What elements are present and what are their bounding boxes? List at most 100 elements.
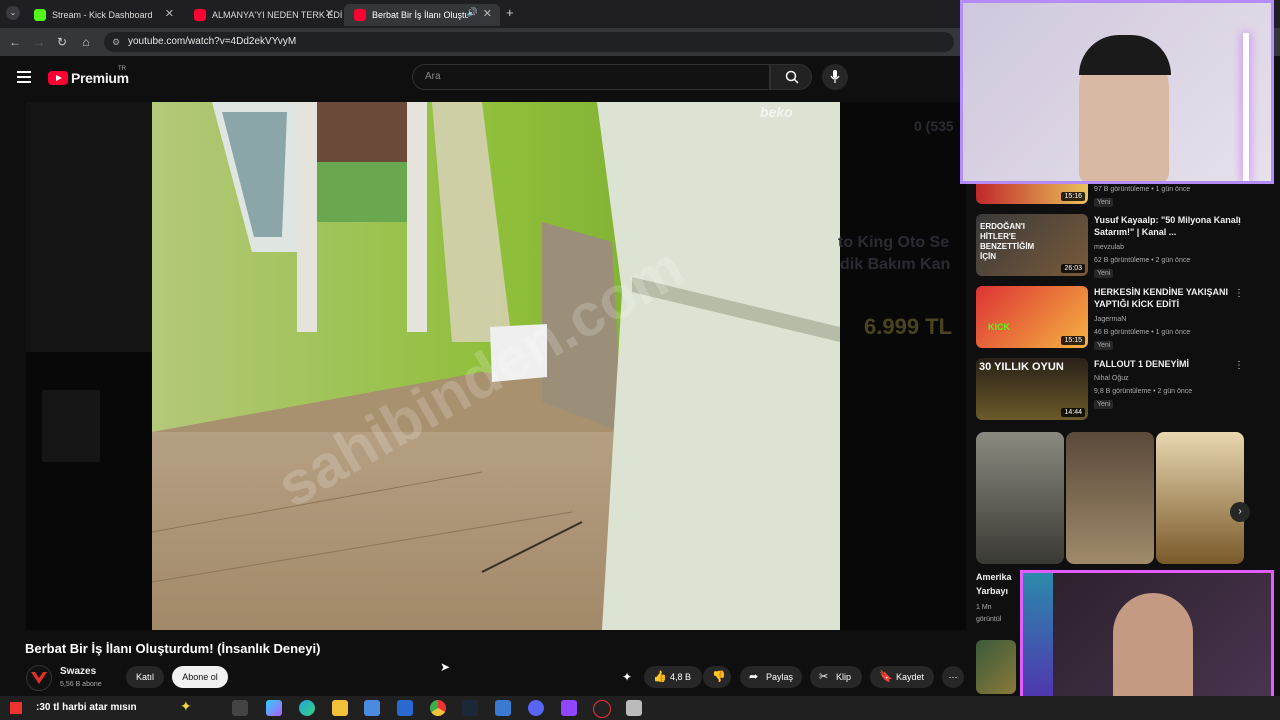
youtube-premium-logo[interactable]: Premium TR — [48, 66, 129, 86]
obs-icon[interactable] — [593, 700, 611, 718]
share-icon: ➦ — [749, 671, 759, 683]
url-text: youtube.com/watch?v=4Dd2ekVYvyM — [128, 36, 297, 47]
search-button[interactable] — [770, 64, 812, 90]
short-thumbnail[interactable] — [976, 432, 1064, 564]
twitch-icon[interactable] — [561, 700, 577, 716]
webcam-neon — [1243, 33, 1249, 181]
tab-current-video[interactable]: Berbat Bir İş İlanı Oluşturdu 🔊 ✕ — [344, 4, 500, 26]
video-meta: 9,8 B görüntüleme • 2 gün önce — [1094, 388, 1193, 395]
taskbar-search-text[interactable]: :30 tl harbi atar mısın — [36, 702, 137, 713]
new-tab-button[interactable]: + — [506, 5, 514, 20]
close-tab-icon[interactable]: ✕ — [325, 7, 334, 20]
ambient-ghost-text: to King Oto Se — [838, 234, 950, 251]
webcam-person — [1113, 593, 1193, 711]
file-explorer-icon[interactable] — [332, 700, 348, 716]
brand-mark: beko — [760, 104, 793, 120]
search-icon — [785, 70, 799, 84]
notepad-icon[interactable] — [626, 700, 642, 716]
ambient-ghost-text: 0 (535 — [914, 118, 954, 134]
menu-icon[interactable] — [17, 71, 31, 83]
save-button[interactable]: 🔖 Kaydet — [870, 666, 934, 688]
subscriber-count: 5,56 B abone — [60, 681, 102, 688]
recommendation-item[interactable]: ERDOĞAN'I HİTLER'E BENZETTİĞİM İÇİN 26:0… — [976, 214, 1266, 282]
short-thumbnail[interactable] — [1066, 432, 1154, 564]
video-duration: 26:03 — [1061, 264, 1085, 273]
windows-taskbar: :30 tl harbi atar mısın ✦ — [0, 696, 1280, 720]
join-button[interactable]: Katıl — [126, 666, 164, 688]
shorts-next-button[interactable]: › — [1230, 502, 1250, 522]
video-duration: 15:16 — [1061, 192, 1085, 201]
start-icon[interactable] — [10, 702, 22, 714]
video-thumbnail[interactable]: 30 YILLIK OYUN 14:44 — [976, 358, 1088, 420]
video-title[interactable]: FALLOUT 1 DENEYİMİ — [1094, 358, 1244, 370]
copilot-icon[interactable] — [266, 700, 282, 716]
like-button[interactable]: 👍 4,8 B — [644, 666, 702, 688]
dislike-button[interactable]: 👎 — [703, 666, 731, 688]
channel-logo-icon — [31, 672, 47, 684]
video-frame: sahibinden.com beko — [152, 102, 840, 630]
channel-name[interactable]: mevzulab — [1094, 244, 1124, 251]
country-code: TR — [118, 66, 126, 72]
ai-sparkle-icon[interactable]: ✦ — [622, 670, 632, 684]
new-badge: Yeni — [1094, 269, 1114, 278]
short-thumbnail[interactable] — [1156, 432, 1244, 564]
app-icon[interactable] — [495, 700, 511, 716]
channel-name[interactable]: Nihal Oğuz — [1094, 375, 1129, 382]
video-title[interactable]: Yusuf Kayaalp: "50 Milyona Kanalı Satarı… — [1094, 214, 1244, 238]
share-button[interactable]: ➦ Paylaş — [740, 666, 802, 688]
thumbs-down-icon: 👎 — [712, 671, 726, 683]
video-thumbnail[interactable]: ERDOĞAN'I HİTLER'E BENZETTİĞİM İÇİN 26:0… — [976, 214, 1088, 276]
logo-text: Premium — [71, 70, 129, 86]
tab-list-button[interactable]: ⌄ — [6, 6, 20, 20]
more-actions-button[interactable]: ⋯ — [942, 666, 964, 688]
channel-name[interactable]: JagermaN — [1094, 316, 1126, 323]
video-player[interactable]: sahibinden.com beko 0 (535 to King Oto S… — [26, 102, 966, 630]
back-icon[interactable]: ← — [7, 34, 23, 50]
forward-icon[interactable]: → — [31, 34, 47, 50]
discord-icon[interactable] — [528, 700, 544, 716]
scissors-icon: ✂ — [819, 671, 829, 683]
thumbs-up-icon: 👍 — [653, 671, 667, 683]
tab-almanya-video[interactable]: ALMANYA'YI NEDEN TERK EDİ ✕ — [184, 4, 342, 26]
task-view-icon[interactable] — [232, 700, 248, 716]
channel-avatar[interactable] — [26, 665, 52, 691]
home-icon[interactable]: ⌂ — [78, 34, 94, 50]
video-meta: 46 B görüntüleme • 1 gün önce — [1094, 329, 1191, 336]
tab-kick-dashboard[interactable]: Stream - Kick Dashboard ✕ — [24, 4, 182, 26]
outlook-icon[interactable] — [397, 700, 413, 716]
youtube-header: Premium TR Ara — [0, 56, 960, 100]
thumbnail-text: KICK — [988, 322, 1010, 332]
recommendation-item[interactable]: KICK 15:15 HERKESİN KENDİNE YAKIŞANI YAP… — [976, 286, 1266, 354]
video-title[interactable]: HERKESİN KENDİNE YAKIŞANI YAPTIĞI KİCK E… — [1094, 286, 1244, 310]
streamer-webcam — [960, 0, 1274, 184]
site-info-icon[interactable]: ⚙ — [112, 32, 120, 52]
steam-icon[interactable] — [462, 700, 478, 716]
video-thumbnail[interactable]: KICK 15:15 — [976, 286, 1088, 348]
more-options-icon[interactable]: ⋮ — [1234, 216, 1244, 227]
recommendation-item[interactable]: 30 YILLIK OYUN 14:44 FALLOUT 1 DENEYİMİ … — [976, 358, 1266, 426]
search-input[interactable]: Ara — [412, 64, 770, 90]
chrome-icon[interactable] — [430, 700, 446, 716]
kick-icon — [34, 9, 46, 21]
microphone-icon — [830, 70, 840, 83]
url-field[interactable]: ⚙ youtube.com/watch?v=4Dd2ekVYvyM — [104, 32, 954, 52]
speaker-icon[interactable]: 🔊 — [467, 7, 478, 18]
voice-search-button[interactable] — [822, 64, 848, 90]
close-tab-icon[interactable]: ✕ — [483, 7, 492, 20]
more-options-icon[interactable]: ⋮ — [1234, 288, 1244, 299]
close-tab-icon[interactable]: ✕ — [165, 7, 174, 20]
reload-icon[interactable]: ↻ — [54, 34, 70, 50]
edge-icon[interactable] — [299, 700, 315, 716]
video-duration: 15:15 — [1061, 336, 1085, 345]
store-icon[interactable] — [364, 700, 380, 716]
cut-video-title[interactable]: Amerika Yarbayı — [976, 570, 1016, 598]
cut-thumbnail[interactable] — [976, 640, 1016, 694]
channel-name[interactable]: Swazes — [60, 666, 96, 677]
subscribe-button[interactable]: Abone ol — [172, 666, 228, 688]
more-options-icon[interactable]: ⋮ — [1234, 360, 1244, 371]
youtube-logo-icon — [48, 71, 68, 85]
search-placeholder: Ara — [425, 71, 441, 82]
thumbnail-text: ERDOĞAN'I HİTLER'E BENZETTİĞİM İÇİN — [980, 222, 1035, 261]
clip-button[interactable]: ✂ Klip — [810, 666, 862, 688]
webcam-cap — [1079, 35, 1171, 75]
